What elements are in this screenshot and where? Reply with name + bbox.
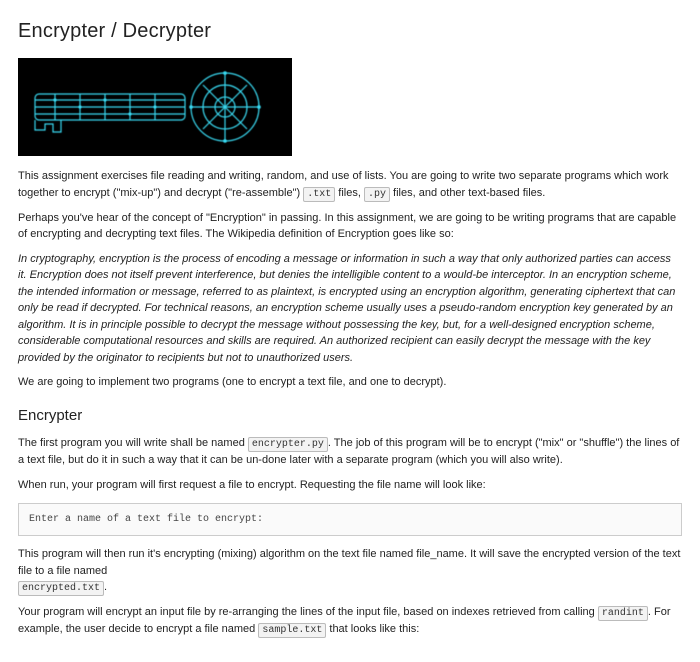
key-circuit-icon — [25, 64, 285, 150]
when-run-paragraph: When run, your program will first reques… — [18, 477, 682, 494]
enc2-tail: . — [104, 581, 107, 593]
wikipedia-definition: In cryptography, encryption is the proce… — [18, 251, 682, 367]
chip-txt: .txt — [303, 187, 335, 202]
two-programs-paragraph: We are going to implement two programs (… — [18, 374, 682, 391]
hero-image — [18, 58, 292, 156]
encrypter-desc-1: The first program you will write shall b… — [18, 435, 682, 469]
enc1-lead: The first program you will write shall b… — [18, 437, 248, 449]
enc3-lead: Your program will encrypt an input file … — [18, 606, 598, 618]
chip-encrypted-output: encrypted.txt — [18, 581, 104, 596]
encrypter-desc-2: This program will then run it's encrypti… — [18, 546, 682, 596]
page-title: Encrypter / Decrypter — [18, 16, 682, 46]
concept-paragraph: Perhaps you've hear of the concept of "E… — [18, 210, 682, 243]
intro-between1: files, — [335, 187, 364, 199]
enc3-tail: that looks like this: — [326, 623, 419, 635]
chip-randint: randint — [598, 606, 648, 621]
intro-tail: files, and other text-based files. — [390, 187, 545, 199]
encrypter-heading: Encrypter — [18, 405, 682, 428]
chip-sample: sample.txt — [258, 623, 326, 638]
enc2-lead: This program will then run it's encrypti… — [18, 548, 680, 577]
chip-encrypter-script: encrypter.py — [248, 437, 328, 452]
prompt-block: Enter a name of a text file to encrypt: — [18, 503, 682, 536]
chip-py: .py — [364, 187, 390, 202]
intro-paragraph: This assignment exercises file reading a… — [18, 168, 682, 202]
encrypter-desc-3: Your program will encrypt an input file … — [18, 604, 682, 638]
